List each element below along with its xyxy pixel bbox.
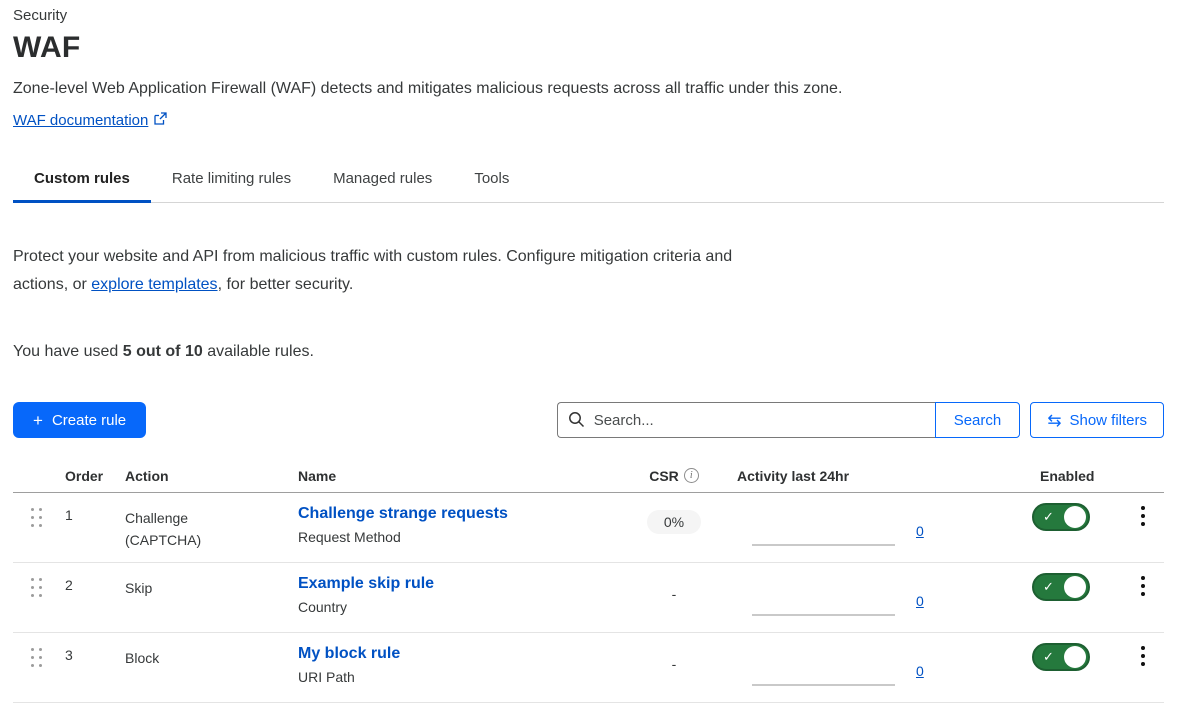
waf-documentation-label: WAF documentation: [13, 112, 148, 129]
tab-bar: Custom rules Rate limiting rules Managed…: [13, 160, 1164, 203]
activity-sparkline: [752, 684, 895, 686]
kebab-menu-icon[interactable]: [1133, 563, 1153, 596]
header-action: Action: [125, 468, 298, 484]
header-csr-label: CSR: [649, 468, 679, 484]
swap-arrows-icon: ⇆: [1047, 412, 1061, 429]
show-filters-button[interactable]: ⇆ Show filters: [1030, 402, 1164, 438]
check-icon: ✓: [1043, 649, 1054, 665]
page-description: Zone-level Web Application Firewall (WAF…: [13, 80, 1164, 98]
tab-rate-limiting-rules[interactable]: Rate limiting rules: [151, 160, 312, 203]
drag-handle-icon[interactable]: [31, 508, 65, 527]
create-rule-label: Create rule: [52, 412, 126, 429]
table-header-row: Order Action Name CSR i Activity last 24…: [13, 459, 1164, 493]
rule-name-link[interactable]: My block rule: [298, 643, 400, 665]
drag-handle-icon[interactable]: [31, 578, 65, 597]
rule-action: Block: [125, 633, 298, 702]
tab-custom-rules[interactable]: Custom rules: [13, 160, 151, 203]
search-button[interactable]: Search: [935, 402, 1021, 438]
info-icon[interactable]: i: [684, 468, 699, 483]
drag-handle-icon[interactable]: [31, 648, 65, 667]
rule-name-link[interactable]: Challenge strange requests: [298, 503, 508, 525]
usage-count: 5 out of 10: [123, 343, 203, 360]
plus-icon: +: [33, 412, 43, 429]
explore-templates-link[interactable]: explore templates: [91, 276, 217, 293]
waf-page: Security WAF Zone-level Web Application …: [0, 0, 1177, 703]
header-activity: Activity last 24hr: [720, 468, 1032, 484]
search-icon: [568, 411, 585, 433]
toolbar: + Create rule Search ⇆ Show filt: [13, 402, 1164, 438]
intro-text-after: , for better security.: [218, 276, 354, 293]
search-widget: Search: [557, 402, 1021, 438]
kebab-menu-icon[interactable]: [1133, 493, 1153, 526]
custom-rules-table: Order Action Name CSR i Activity last 24…: [13, 459, 1164, 703]
check-icon: ✓: [1043, 509, 1054, 525]
csr-value: -: [672, 580, 677, 602]
activity-count-link[interactable]: 0: [916, 663, 924, 679]
usage-prefix: You have used: [13, 343, 123, 360]
header-order: Order: [65, 468, 125, 484]
table-row: 1 Challenge (CAPTCHA) Challenge strange …: [13, 493, 1164, 563]
check-icon: ✓: [1043, 579, 1054, 595]
rule-field: URI Path: [298, 669, 628, 685]
table-row: 3 Block My block rule URI Path - 0 ✓: [13, 633, 1164, 703]
activity-count-link[interactable]: 0: [916, 593, 924, 609]
activity-count-link[interactable]: 0: [916, 523, 924, 539]
csr-badge: 0%: [647, 510, 701, 534]
header-csr: CSR i: [628, 468, 720, 484]
usage-summary: You have used 5 out of 10 available rule…: [13, 343, 1164, 361]
toggle-knob: [1064, 646, 1086, 668]
rule-order: 3: [65, 633, 125, 702]
tab-managed-rules[interactable]: Managed rules: [312, 160, 453, 203]
create-rule-button[interactable]: + Create rule: [13, 402, 146, 438]
tab-tools[interactable]: Tools: [453, 160, 530, 203]
rule-field: Request Method: [298, 529, 628, 545]
search-input[interactable]: [557, 402, 935, 438]
waf-documentation-link[interactable]: WAF documentation: [13, 112, 167, 129]
toggle-knob: [1064, 576, 1086, 598]
external-link-icon: [154, 112, 167, 129]
header-enabled: Enabled: [1032, 468, 1122, 484]
page-title: WAF: [13, 31, 1164, 65]
rule-order: 1: [65, 493, 125, 562]
enabled-toggle[interactable]: ✓: [1032, 573, 1090, 601]
intro-paragraph: Protect your website and API from malici…: [13, 243, 761, 299]
toggle-knob: [1064, 506, 1086, 528]
rule-action: Challenge (CAPTCHA): [125, 493, 298, 562]
enabled-toggle[interactable]: ✓: [1032, 503, 1090, 531]
csr-value: -: [672, 650, 677, 672]
activity-sparkline: [752, 614, 895, 616]
rule-name-link[interactable]: Example skip rule: [298, 573, 434, 595]
table-row: 2 Skip Example skip rule Country - 0 ✓: [13, 563, 1164, 633]
breadcrumb: Security: [13, 0, 1164, 24]
enabled-toggle[interactable]: ✓: [1032, 643, 1090, 671]
rule-field: Country: [298, 599, 628, 615]
header-name: Name: [298, 468, 628, 484]
rule-order: 2: [65, 563, 125, 632]
activity-sparkline: [752, 544, 895, 546]
rule-action: Skip: [125, 563, 298, 632]
show-filters-label: Show filters: [1069, 412, 1147, 429]
kebab-menu-icon[interactable]: [1133, 633, 1153, 666]
usage-suffix: available rules.: [203, 343, 314, 360]
